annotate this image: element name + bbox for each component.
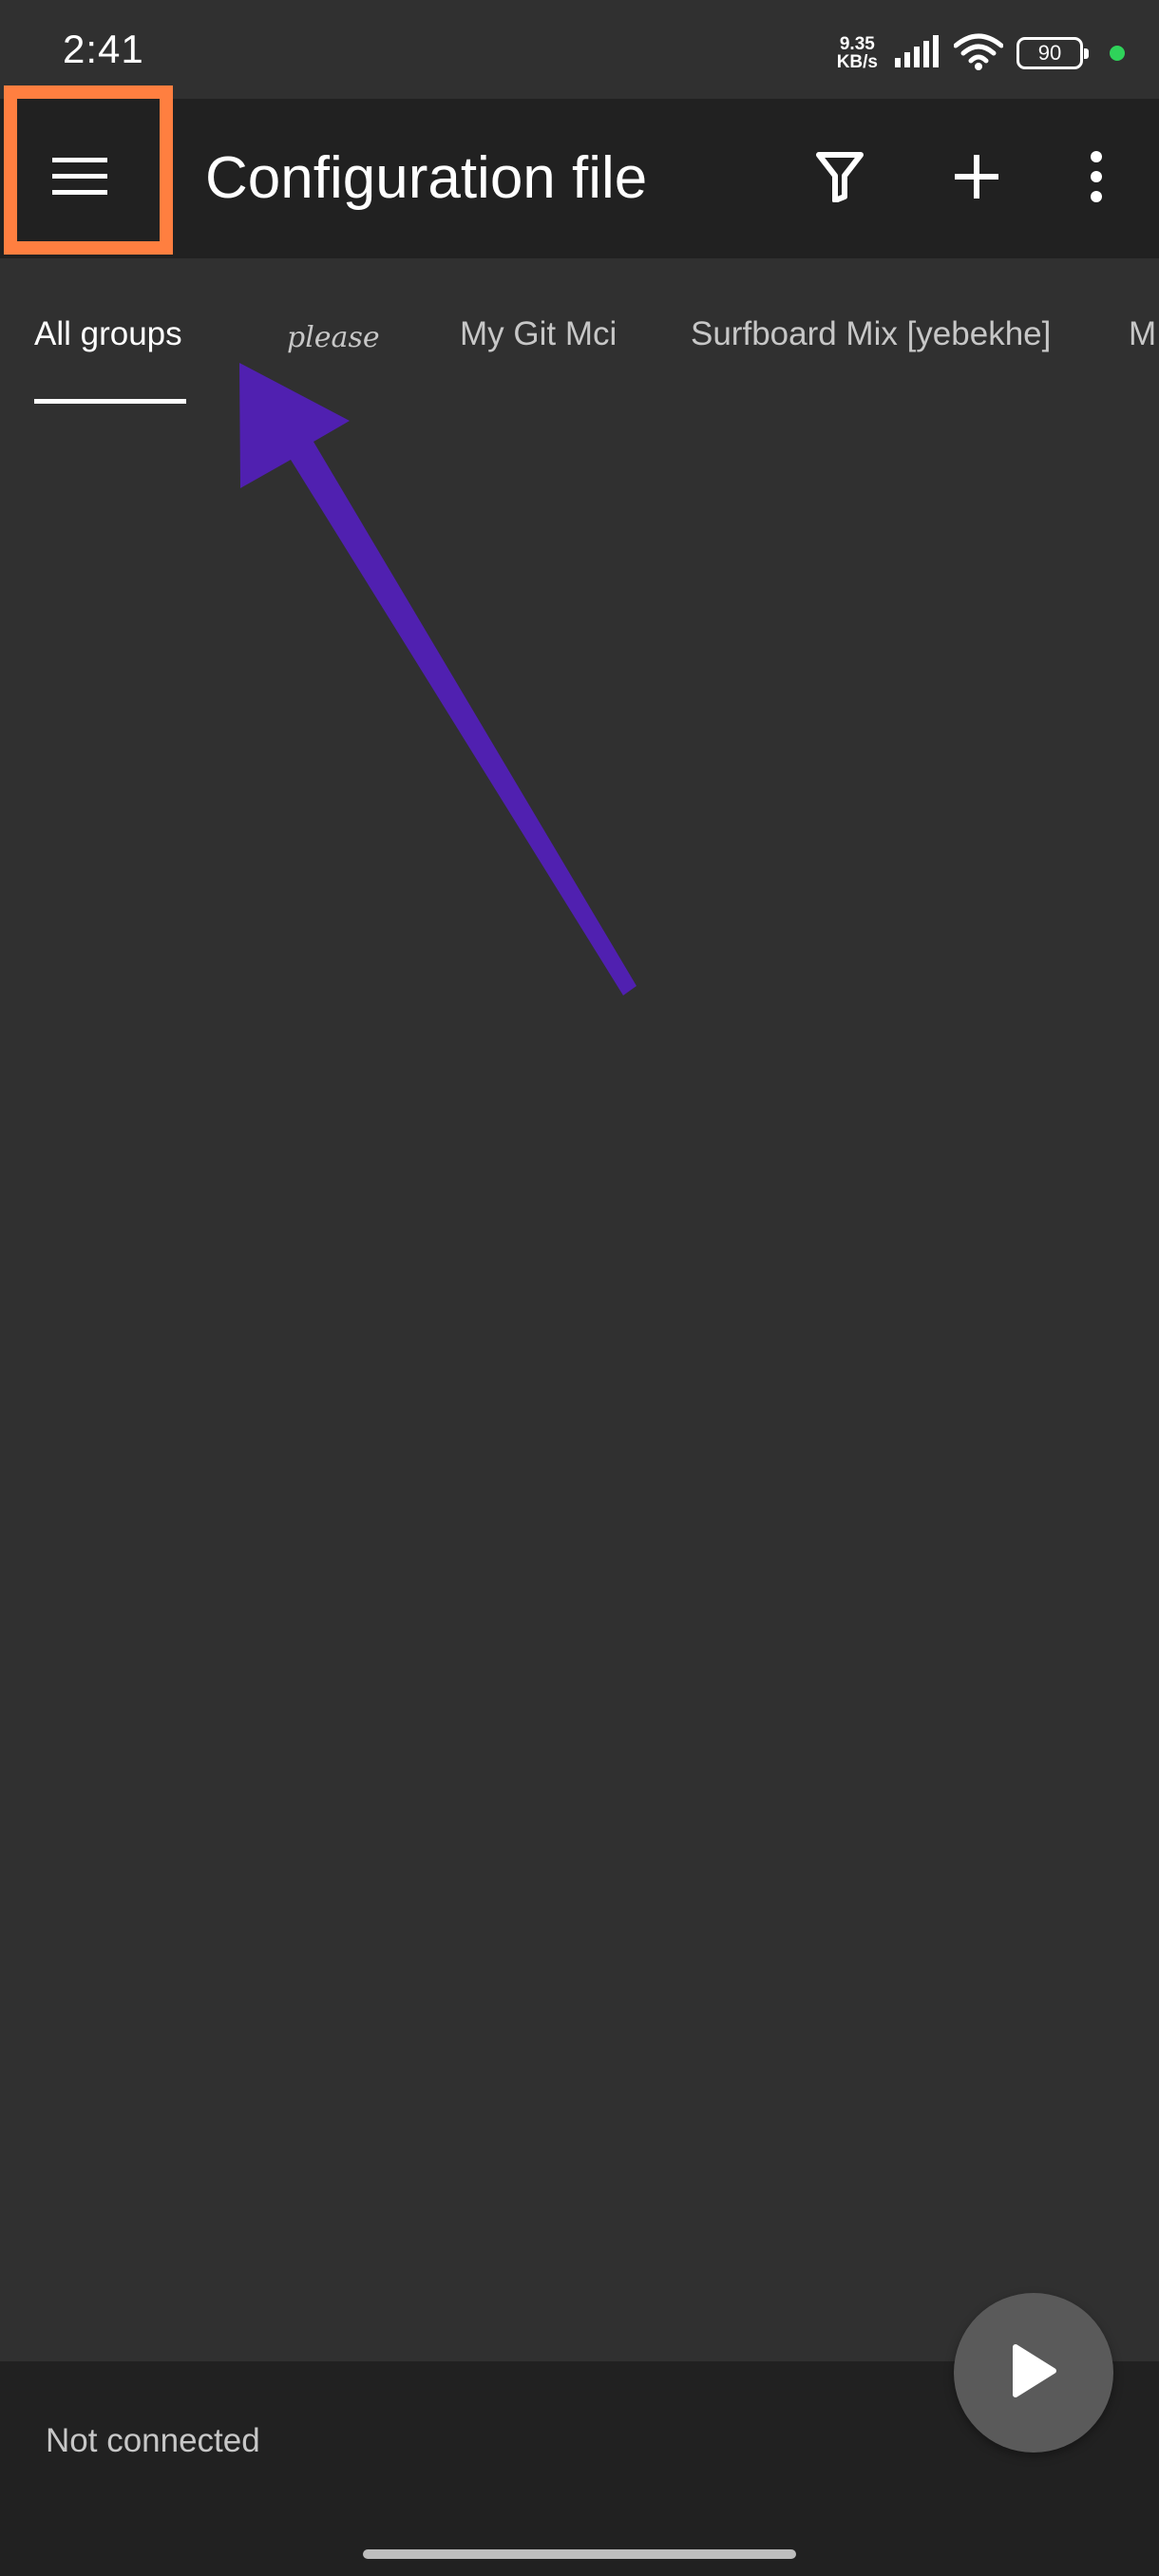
battery-level: 90 [1037,41,1062,65]
more-options-button[interactable] [1058,141,1134,217]
charging-dot-icon [1110,46,1125,61]
filter-button[interactable] [802,141,878,217]
battery-icon: 90 [1016,37,1089,69]
menu-button[interactable] [0,99,160,258]
status-time: 2:41 [63,27,144,71]
app-screen: 2:41 9.35 KB/s 90 Configuration file All… [0,0,1159,2576]
menu-icon [52,156,107,202]
tab-all-groups[interactable]: All groups [34,315,182,353]
active-tab-indicator [34,399,186,404]
play-icon [1010,2343,1057,2403]
tab-please[interactable]: please [287,321,380,354]
tab-my-git-mci[interactable]: My Git Mci [460,315,617,353]
network-speed-unit: KB/s [836,52,878,72]
connect-fab-button[interactable] [954,2293,1113,2453]
network-speed-value: 9.35 [839,34,875,54]
tab-more[interactable]: M [1129,315,1156,353]
signal-icon [895,34,940,72]
page-title: Configuration file [205,145,648,211]
app-bar: Configuration file [0,99,1159,258]
filter-icon [816,151,864,207]
home-indicator[interactable] [363,2549,796,2559]
group-tabs: All groups please My Git Mci Surfboard M… [0,258,1159,408]
network-speed: 9.35 KB/s [837,35,878,71]
tab-surfboard-mix[interactable]: Surfboard Mix [yebekhe] [691,315,1051,353]
status-indicators: 9.35 KB/s 90 [837,32,1125,74]
connection-status: Not connected [46,2422,260,2459]
status-bar: 2:41 9.35 KB/s 90 [0,0,1159,99]
add-icon [955,154,998,203]
more-vert-icon [1090,150,1103,207]
add-button[interactable] [939,141,1015,217]
wifi-icon [953,32,1004,75]
